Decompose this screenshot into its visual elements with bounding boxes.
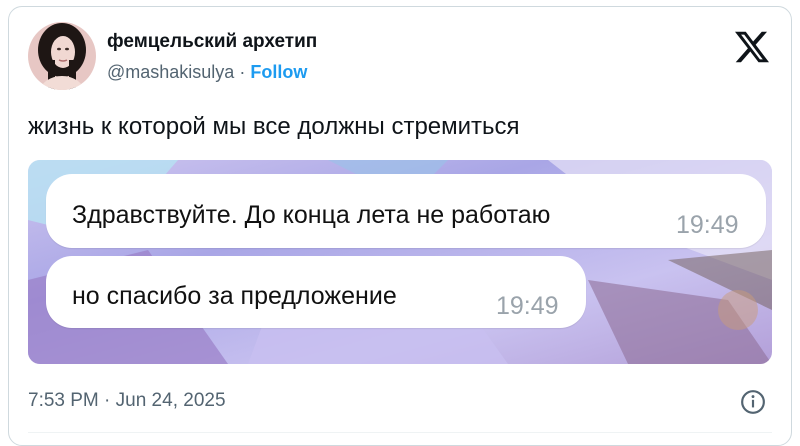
tweet-timestamp[interactable]: 7:53 PM · Jun 24, 2025 (28, 390, 226, 412)
divider (28, 432, 772, 433)
message-time: 19:49 (676, 211, 739, 239)
handle-row: @mashakisulya · Follow (107, 62, 307, 83)
x-logo-icon[interactable] (734, 30, 770, 64)
follow-button[interactable]: Follow (250, 62, 307, 82)
message-text: Здравствуйте. До конца лета не работаю (72, 201, 551, 229)
message-time: 19:49 (496, 292, 559, 320)
message-text: но спасибо за предложение (72, 282, 397, 310)
avatar[interactable] (28, 22, 96, 90)
separator-dot: · (239, 62, 246, 82)
tweet-text: жизнь к которой мы все должны стремиться (28, 113, 520, 140)
info-icon[interactable] (740, 389, 766, 415)
display-name[interactable]: фемцельский архетип (107, 31, 317, 53)
user-handle[interactable]: @mashakisulya (107, 62, 234, 82)
